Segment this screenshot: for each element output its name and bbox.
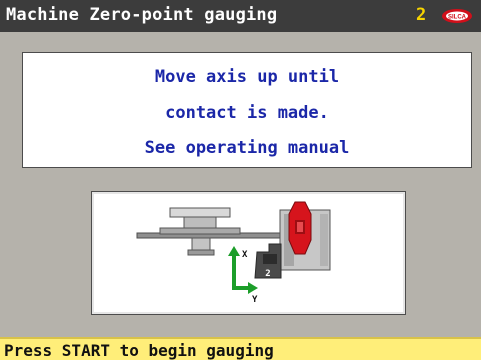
instruction-panel: Move axis up until contact is made. See … <box>22 52 472 168</box>
title-bar: Machine Zero-point gauging 2 SILCA <box>0 0 481 32</box>
instruction-line-3: See operating manual <box>144 138 350 158</box>
cutter-flange <box>169 207 231 218</box>
status-message: Press START to begin gauging <box>4 341 274 360</box>
gauging-diagram: 2 X Y <box>91 191 406 315</box>
instruction-line-2: contact is made. <box>165 103 329 123</box>
page-number: 2 <box>416 5 427 25</box>
silca-logo-icon: SILCA <box>442 9 472 23</box>
gauging-illustration: 2 X Y <box>136 201 331 305</box>
arrow-right-icon <box>248 282 258 294</box>
instruction-line-1: Move axis up until <box>154 67 340 87</box>
status-bar: Press START to begin gauging <box>0 337 481 360</box>
x-axis-line <box>232 286 250 290</box>
cutter-disc <box>159 227 241 235</box>
axis-y-label: Y <box>252 295 258 305</box>
arrow-up-icon <box>228 246 240 256</box>
axis-x-label: X <box>242 250 248 260</box>
screen-title: Machine Zero-point gauging <box>6 5 278 25</box>
y-axis-line <box>232 254 236 290</box>
clamp-number: 2 <box>265 269 270 279</box>
logo-text: SILCA <box>448 15 467 21</box>
